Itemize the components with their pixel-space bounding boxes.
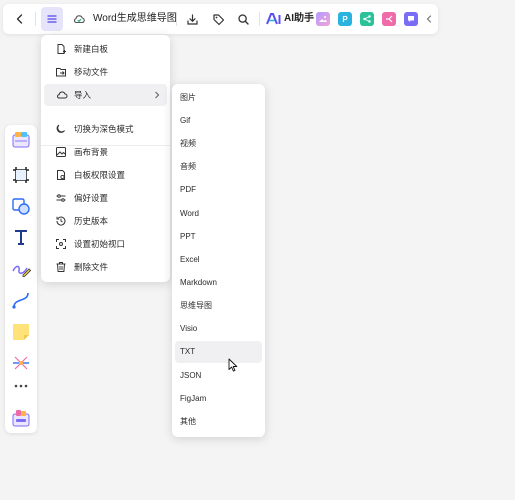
left-toolbar — [5, 125, 37, 433]
menu-item-label: 删除文件 — [74, 262, 109, 272]
back-button[interactable] — [10, 7, 30, 31]
menu-item-history[interactable]: 历史版本 — [44, 210, 167, 232]
main-menu-button[interactable] — [41, 7, 63, 31]
menu-item-label: 切换为深色模式 — [74, 124, 134, 134]
import-option-json[interactable]: JSON — [175, 365, 262, 387]
import-option-figjam[interactable]: FigJam — [175, 388, 262, 410]
import-cloud-icon — [54, 88, 68, 102]
import-option-markdown[interactable]: Markdown — [175, 272, 262, 294]
connector-icon — [12, 292, 29, 309]
permission-icon — [54, 168, 68, 182]
collapse-apps-button[interactable] — [422, 7, 436, 31]
move-file-icon — [54, 65, 68, 79]
menu-item-dark-mode[interactable]: 切换为深色模式 — [44, 118, 167, 140]
more-tools-button[interactable] — [10, 375, 32, 397]
menu-item-delete-file[interactable]: 删除文件 — [44, 256, 167, 278]
trash-icon — [54, 260, 68, 274]
divider — [35, 12, 36, 26]
import-option-video[interactable]: 视频 — [175, 133, 262, 155]
image-app-icon[interactable] — [316, 12, 330, 26]
menu-item-label: 移动文件 — [74, 67, 109, 77]
cloud-sync-status[interactable] — [70, 7, 88, 31]
search-button[interactable] — [233, 7, 253, 31]
import-option-ppt[interactable]: PPT — [175, 226, 262, 248]
menu-item-label: 历史版本 — [74, 216, 109, 226]
menu-item-label: 新建白板 — [74, 44, 109, 54]
shape-icon — [12, 198, 30, 215]
menu-item-label: 导入 — [74, 90, 92, 100]
download-icon — [186, 13, 198, 25]
main-menu: 新建白板 移动文件 导入 切换为深色模式 画布背景 白板权限设置 偏好设置 历史… — [41, 35, 170, 282]
ai-logo-icon — [266, 13, 281, 25]
menu-item-move-file[interactable]: 移动文件 — [44, 61, 167, 83]
new-whiteboard-icon — [54, 42, 68, 56]
divider — [176, 12, 177, 26]
menu-item-canvas-background[interactable]: 画布背景 — [44, 141, 167, 163]
import-option-audio[interactable]: 音频 — [175, 156, 262, 178]
history-icon — [54, 214, 68, 228]
import-submenu: 图片 Gif 视频 音频 PDF Word PPT Excel Markdown… — [172, 84, 265, 437]
sticky-note-tool[interactable] — [10, 321, 32, 343]
import-option-other[interactable]: 其他 — [175, 411, 262, 433]
chevron-left-icon — [16, 14, 23, 24]
import-option-gif[interactable]: Gif — [175, 110, 262, 132]
menu-item-label: 画布背景 — [74, 147, 109, 157]
chevron-right-icon — [153, 88, 161, 106]
import-option-excel[interactable]: Excel — [175, 249, 262, 271]
canvas-background-icon — [54, 145, 68, 159]
pen-tool[interactable] — [10, 258, 32, 280]
menu-item-import[interactable]: 导入 — [44, 84, 167, 106]
top-toolbar: Word生成思维导图 AI助手 P — [3, 4, 438, 34]
import-option-pdf[interactable]: PDF — [175, 179, 262, 201]
ai-assistant-button[interactable] — [265, 7, 283, 31]
pen-icon — [12, 265, 31, 277]
document-title[interactable]: Word生成思维导图 — [93, 4, 177, 34]
share-app-icon[interactable] — [360, 12, 374, 26]
divider — [259, 12, 260, 26]
menu-item-label: 白板权限设置 — [74, 170, 126, 180]
download-button[interactable] — [182, 7, 202, 31]
menu-item-permission[interactable]: 白板权限设置 — [44, 164, 167, 186]
template-icon — [12, 132, 30, 148]
connector-tool[interactable] — [10, 289, 32, 311]
mindmap-icon — [13, 356, 29, 370]
import-option-image[interactable]: 图片 — [175, 87, 262, 109]
tag-icon — [212, 13, 224, 25]
text-tool[interactable] — [10, 226, 32, 248]
menu-item-label: 偏好设置 — [74, 193, 109, 203]
mindmap-tool[interactable] — [10, 352, 32, 374]
cloud-sync-icon — [73, 15, 85, 24]
menu-item-label: 设置初始视口 — [74, 239, 126, 249]
preferences-icon — [54, 191, 68, 205]
import-option-word[interactable]: Word — [175, 203, 262, 225]
frame-icon — [13, 167, 29, 183]
more-icon — [14, 384, 28, 388]
shape-tool[interactable] — [10, 195, 32, 217]
text-icon — [15, 230, 27, 245]
search-icon — [237, 13, 249, 25]
ai-assistant-label[interactable]: AI助手 — [284, 4, 314, 34]
sticky-note-icon — [13, 324, 29, 340]
viewport-icon — [54, 237, 68, 251]
chevron-left-icon — [426, 15, 432, 23]
menu-item-initial-viewport[interactable]: 设置初始视口 — [44, 233, 167, 255]
hamburger-icon — [47, 15, 57, 23]
mouse-cursor-icon — [228, 358, 238, 372]
import-option-visio[interactable]: Visio — [175, 318, 262, 340]
moon-icon — [54, 122, 68, 136]
import-option-txt[interactable]: TXT — [175, 341, 262, 363]
tag-button[interactable] — [208, 7, 228, 31]
mindmap-app-icon[interactable] — [382, 12, 396, 26]
apps-button[interactable] — [10, 407, 32, 429]
menu-item-preferences[interactable]: 偏好设置 — [44, 187, 167, 209]
apps-icon — [12, 410, 30, 427]
menu-item-new-whiteboard[interactable]: 新建白板 — [44, 38, 167, 60]
p-app-icon[interactable]: P — [338, 12, 352, 26]
comment-app-icon[interactable] — [404, 12, 418, 26]
frame-tool[interactable] — [10, 164, 32, 186]
template-button[interactable] — [10, 129, 32, 151]
import-option-mindmap[interactable]: 思维导图 — [175, 295, 262, 317]
